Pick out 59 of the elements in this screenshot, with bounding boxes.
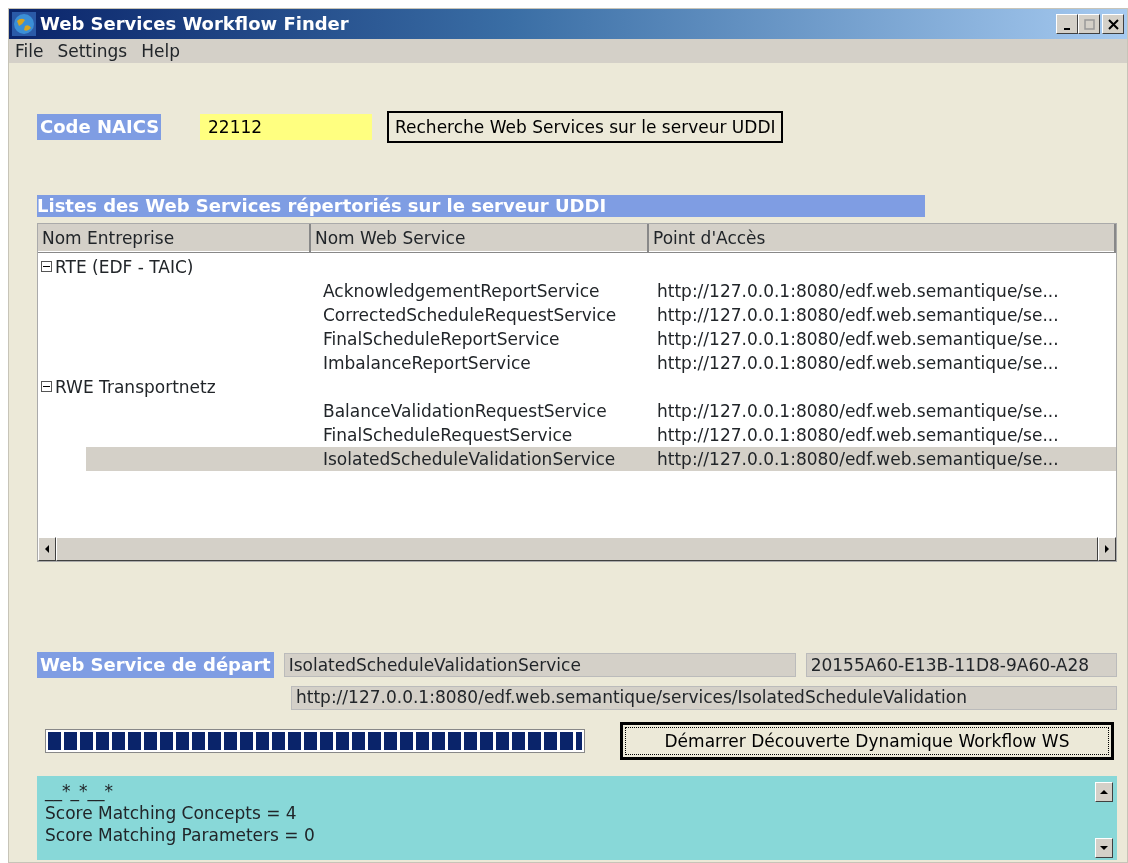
collapse-icon[interactable] — [41, 381, 52, 393]
up-arrow-icon — [1100, 788, 1108, 795]
column-header[interactable]: Nom Entreprise — [38, 224, 311, 254]
list-row[interactable]: BalanceValidationRequestService http://127.0.0.1:8080/edf.web.semantique/se... — [38, 399, 1116, 423]
endpoint-url: http://127.0.0.1:8080/edf.web.semantique/se... — [656, 280, 1060, 302]
endpoint-url: http://127.0.0.1:8080/edf.web.semantique/se... — [656, 328, 1060, 350]
globe-icon — [12, 12, 36, 36]
list-row[interactable]: AcknowledgementReportService http://127.0.0.1:8080/edf.web.semantique/se... — [38, 279, 1116, 303]
close-icon — [1107, 18, 1119, 30]
menu-item[interactable]: File — [15, 40, 44, 62]
discover-button[interactable]: Démarrer Découverte Dynamique Workflow WS — [620, 721, 1114, 760]
menu-item[interactable]: Settings — [57, 40, 128, 62]
search-button[interactable]: Recherche Web Services sur le serveur UDDI — [387, 111, 784, 144]
service-name: BalanceValidationRequestService — [322, 400, 608, 422]
endpoint-url: http://127.0.0.1:8080/edf.web.semantique/se... — [656, 352, 1060, 374]
window-title: Web Services Workflow Finder — [40, 13, 349, 35]
service-name: FinalScheduleRequestService — [322, 424, 574, 446]
list-row[interactable]: CorrectedScheduleRequestService http://127.0.0.1:8080/edf.web.semantique/se... — [38, 303, 1116, 327]
endpoint-url: http://127.0.0.1:8080/edf.web.semantique/se... — [656, 448, 1060, 470]
scroll-up-button[interactable] — [1095, 781, 1113, 802]
output-line: Score Matching Parameters = 0 — [45, 823, 316, 846]
section-title: Listes des Web Services répertoriés sur le serveur UDDI — [37, 195, 925, 217]
service-key-field: 20155A60-E13B-11D8-9A60-A28 — [805, 652, 1117, 677]
list-row[interactable]: FinalScheduleRequestService http://127.0.0.1:8080/edf.web.semantique/se... — [38, 423, 1116, 447]
maximize-icon — [1083, 18, 1095, 30]
close-button[interactable] — [1102, 14, 1124, 34]
scroll-right-button[interactable] — [1098, 537, 1116, 561]
company-name[interactable]: RTE (EDF - TAIC) — [55, 256, 194, 278]
endpoint-url: http://127.0.0.1:8080/edf.web.semantique/se... — [656, 304, 1060, 326]
endpoint-field: http://127.0.0.1:8080/edf.web.semantique/services/IsolatedScheduleValidation — [291, 685, 1117, 710]
collapse-icon[interactable] — [41, 261, 52, 273]
output-line: __*_*__* — [45, 779, 114, 802]
right-arrow-icon — [1104, 545, 1110, 553]
service-name-field: IsolatedScheduleValidationService — [283, 652, 796, 677]
list-row[interactable]: ImbalanceReportService http://127.0.0.1:8080/edf.web.semantique/se... — [38, 351, 1116, 375]
menu-item[interactable]: Help — [141, 40, 180, 62]
column-header[interactable]: Point d'Accès — [649, 224, 1116, 254]
minimize-button[interactable] — [1056, 14, 1078, 34]
maximize-button[interactable] — [1078, 14, 1100, 34]
scroll-down-button[interactable] — [1095, 837, 1113, 858]
service-name: AcknowledgementReportService — [322, 280, 601, 302]
naics-field[interactable]: 22112 — [200, 114, 372, 141]
minimize-icon — [1064, 27, 1070, 30]
service-name: IsolatedScheduleValidationService — [322, 448, 617, 470]
column-header[interactable]: Nom Web Service — [311, 224, 649, 254]
service-name: ImbalanceReportService — [322, 352, 532, 374]
endpoint-url: http://127.0.0.1:8080/edf.web.semantique/se... — [656, 400, 1060, 422]
service-name: FinalScheduleReportService — [322, 328, 561, 350]
company-name[interactable]: RWE Transportnetz — [55, 376, 216, 398]
down-arrow-icon — [1100, 844, 1108, 851]
service-name: CorrectedScheduleRequestService — [322, 304, 618, 326]
endpoint-url: http://127.0.0.1:8080/edf.web.semantique/se... — [656, 424, 1060, 446]
field-label: Web Service de départ — [37, 652, 274, 678]
field-label: Code NAICS — [37, 114, 161, 140]
left-arrow-icon — [44, 545, 50, 553]
list-row[interactable]: FinalScheduleReportService http://127.0.0.1:8080/edf.web.semantique/se... — [38, 327, 1116, 351]
output-line: Score Matching Concepts = 4 — [45, 802, 298, 824]
scrollbar-thumb[interactable] — [56, 537, 1098, 561]
scroll-left-button[interactable] — [38, 537, 56, 561]
